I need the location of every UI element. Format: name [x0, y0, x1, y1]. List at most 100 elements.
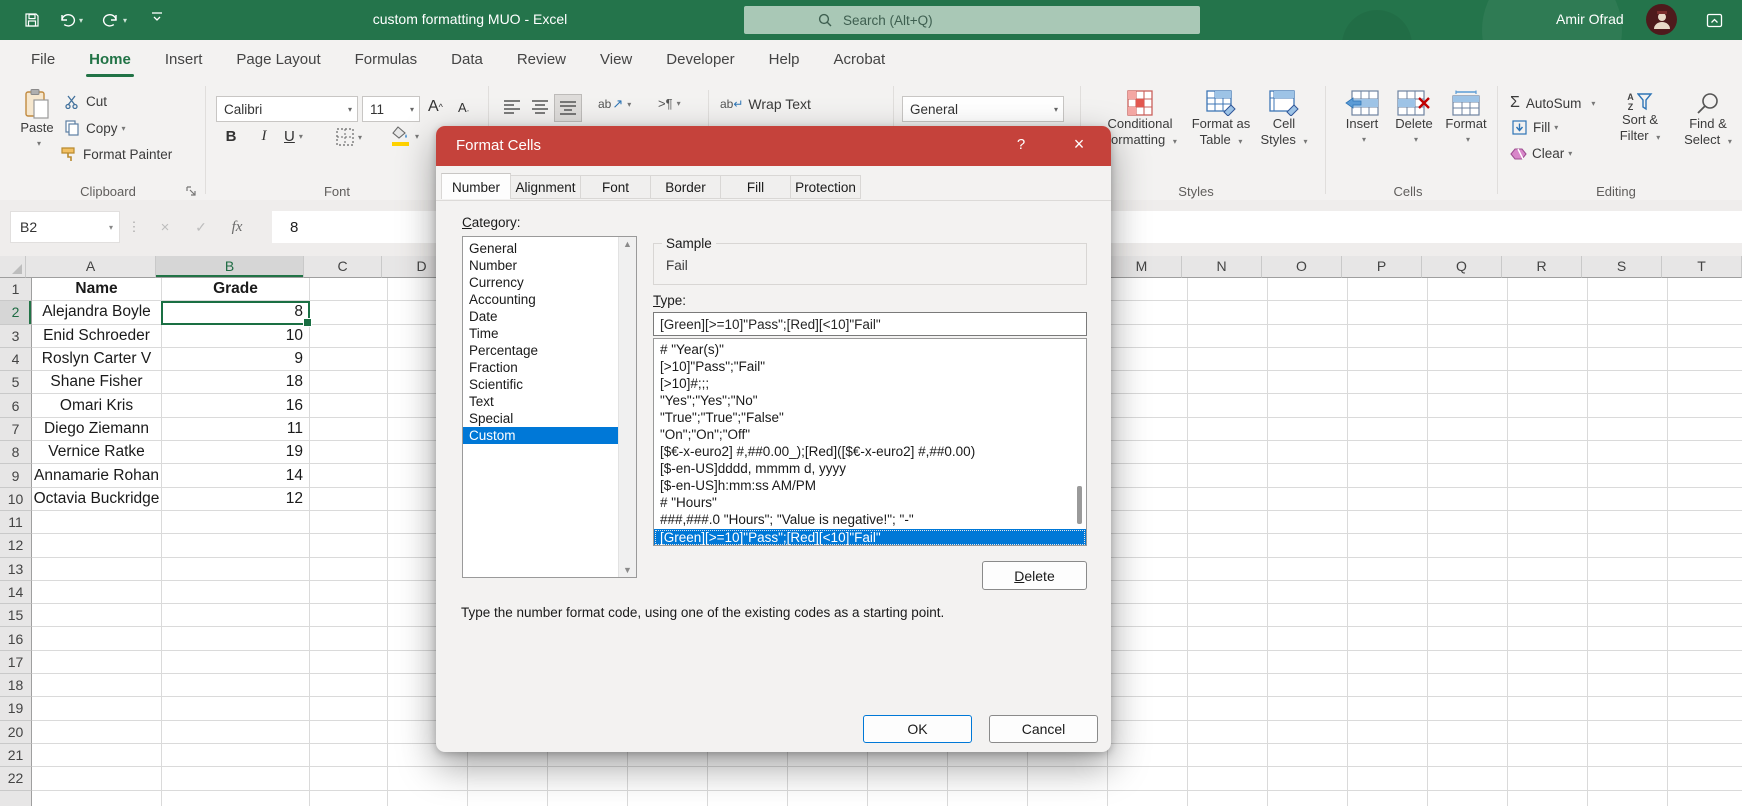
cell-S5[interactable] — [1588, 371, 1668, 394]
cell-B7[interactable]: 11 — [162, 418, 310, 441]
cell-Q11[interactable] — [1428, 511, 1508, 534]
column-header-M[interactable]: M — [1102, 256, 1182, 278]
cell-H23[interactable] — [708, 791, 788, 806]
cell-A18[interactable] — [32, 674, 162, 697]
cell-P7[interactable] — [1348, 418, 1428, 441]
cell-T8[interactable] — [1668, 441, 1742, 464]
clear-button[interactable]: Clear ▾ — [1510, 146, 1572, 161]
cell-M5[interactable] — [1108, 371, 1188, 394]
cell-styles-button[interactable]: Cell Styles ▾ — [1256, 90, 1312, 150]
category-item-date[interactable]: Date — [463, 308, 636, 325]
cell-J22[interactable] — [868, 767, 948, 790]
row-header-13[interactable]: 13 — [0, 558, 32, 581]
cell-R23[interactable] — [1508, 791, 1588, 806]
cell-T9[interactable] — [1668, 464, 1742, 487]
fill-button[interactable]: Fill ▾ — [1512, 120, 1558, 135]
cell-O8[interactable] — [1268, 441, 1348, 464]
cell-P3[interactable] — [1348, 325, 1428, 348]
ribbon-tab-page-layout[interactable]: Page Layout — [219, 40, 337, 80]
cell-M7[interactable] — [1108, 418, 1188, 441]
cell-T18[interactable] — [1668, 674, 1742, 697]
cell-N16[interactable] — [1188, 627, 1268, 650]
cell-T2[interactable] — [1668, 301, 1742, 324]
cell-P14[interactable] — [1348, 581, 1428, 604]
format-code-item-9[interactable]: [$-en-US]h:mm:ss AM/PM — [654, 477, 1086, 494]
cell-M23[interactable] — [1108, 791, 1188, 806]
cell-T15[interactable] — [1668, 604, 1742, 627]
category-scrollbar[interactable]: ▲ ▼ — [618, 237, 636, 577]
category-item-scientific[interactable]: Scientific — [463, 376, 636, 393]
cell-O16[interactable] — [1268, 627, 1348, 650]
scroll-down-icon[interactable]: ▼ — [619, 565, 636, 575]
ribbon-tab-insert[interactable]: Insert — [148, 40, 220, 80]
undo-button[interactable]: ▾ — [58, 9, 83, 31]
row-header-9[interactable]: 9 — [0, 464, 32, 487]
cell-A21[interactable] — [32, 744, 162, 767]
cell-A10[interactable]: Octavia Buckridge — [32, 488, 162, 511]
number-format-combo[interactable]: General ▾ — [902, 96, 1064, 122]
format-code-item-2[interactable]: [>10]"Pass";"Fail" — [654, 358, 1086, 375]
cell-N2[interactable] — [1188, 301, 1268, 324]
cell-M4[interactable] — [1108, 348, 1188, 371]
cell-P1[interactable] — [1348, 278, 1428, 301]
cell-S23[interactable] — [1588, 791, 1668, 806]
ribbon-tab-home[interactable]: Home — [72, 40, 148, 80]
redo-dropdown[interactable]: ▾ — [123, 16, 127, 25]
cell-B11[interactable] — [162, 511, 310, 534]
cell-T12[interactable] — [1668, 534, 1742, 557]
italic-button[interactable]: I — [254, 128, 274, 145]
cell-B12[interactable] — [162, 534, 310, 557]
cell-T14[interactable] — [1668, 581, 1742, 604]
cell-N8[interactable] — [1188, 441, 1268, 464]
cell-C2[interactable] — [310, 301, 388, 324]
cell-T6[interactable] — [1668, 394, 1742, 417]
cell-A11[interactable] — [32, 511, 162, 534]
cell-T20[interactable] — [1668, 721, 1742, 744]
ribbon-tab-view[interactable]: View — [583, 40, 649, 80]
cell-T4[interactable] — [1668, 348, 1742, 371]
cell-Q3[interactable] — [1428, 325, 1508, 348]
column-header-A[interactable]: A — [26, 256, 156, 278]
cell-S7[interactable] — [1588, 418, 1668, 441]
cell-P9[interactable] — [1348, 464, 1428, 487]
cell-Q17[interactable] — [1428, 651, 1508, 674]
cell-R14[interactable] — [1508, 581, 1588, 604]
cell-S8[interactable] — [1588, 441, 1668, 464]
confirm-entry-button[interactable]: ✓ — [186, 211, 216, 243]
cell-O12[interactable] — [1268, 534, 1348, 557]
cell-P20[interactable] — [1348, 721, 1428, 744]
cell-C6[interactable] — [310, 394, 388, 417]
cell-A12[interactable] — [32, 534, 162, 557]
delete-cells-button[interactable]: Delete ▾ — [1390, 90, 1438, 148]
user-name[interactable]: Amir Ofrad — [1556, 11, 1624, 27]
ribbon-tab-file[interactable]: File — [14, 40, 72, 80]
format-dropdown[interactable]: ▾ — [1444, 132, 1492, 148]
row-header-18[interactable]: 18 — [0, 674, 32, 697]
name-box-splitter[interactable]: ⋮ — [126, 211, 142, 243]
cell-S12[interactable] — [1588, 534, 1668, 557]
cell-R21[interactable] — [1508, 744, 1588, 767]
column-header-R[interactable]: R — [1502, 256, 1582, 278]
cell-M2[interactable] — [1108, 301, 1188, 324]
cell-Q12[interactable] — [1428, 534, 1508, 557]
column-header-N[interactable]: N — [1182, 256, 1262, 278]
cell-Q18[interactable] — [1428, 674, 1508, 697]
cell-C15[interactable] — [310, 604, 388, 627]
cell-M3[interactable] — [1108, 325, 1188, 348]
cell-R6[interactable] — [1508, 394, 1588, 417]
cell-R2[interactable] — [1508, 301, 1588, 324]
borders-dropdown[interactable]: ▾ — [358, 133, 362, 142]
column-header-C[interactable]: C — [304, 256, 382, 278]
cell-N23[interactable] — [1188, 791, 1268, 806]
cell-P15[interactable] — [1348, 604, 1428, 627]
decrease-font-size-button[interactable]: A˯ — [458, 100, 469, 115]
fill-dropdown[interactable]: ▾ — [1554, 123, 1558, 132]
row-header-17[interactable]: 17 — [0, 651, 32, 674]
undo-dropdown[interactable]: ▾ — [79, 16, 83, 25]
cell-R1[interactable] — [1508, 278, 1588, 301]
cell-S14[interactable] — [1588, 581, 1668, 604]
cell-C5[interactable] — [310, 371, 388, 394]
cell-S19[interactable] — [1588, 697, 1668, 720]
cell-A15[interactable] — [32, 604, 162, 627]
insert-cells-button[interactable]: Insert ▾ — [1338, 90, 1386, 148]
